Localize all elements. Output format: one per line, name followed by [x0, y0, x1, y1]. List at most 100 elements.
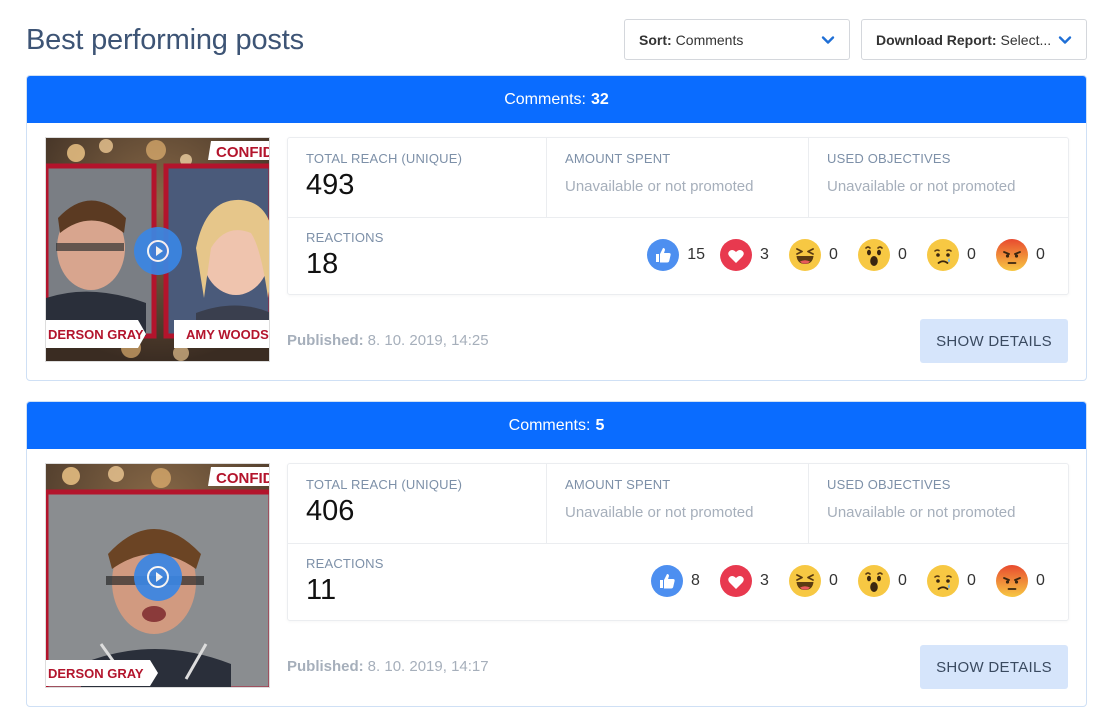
sort-label: Sort: — [639, 31, 672, 48]
love-icon — [720, 565, 752, 597]
wow-icon — [858, 239, 890, 271]
used-objectives-stat: USED OBJECTIVES Unavailable or not promo… — [808, 464, 1069, 543]
used-objectives-value: Unavailable or not promoted — [827, 178, 1016, 195]
reaction-love: 3 — [720, 565, 774, 597]
stat-label: TOTAL REACH (UNIQUE) — [306, 151, 463, 166]
amount-spent-value: Unavailable or not promoted — [565, 504, 754, 521]
used-objectives-stat: USED OBJECTIVES Unavailable or not promo… — [808, 138, 1069, 217]
show-details-button[interactable]: SHOW DETAILS — [920, 645, 1068, 689]
thumb-text: CONFIDE — [216, 470, 270, 487]
reaction-haha: 0 — [789, 565, 843, 597]
haha-icon — [789, 565, 821, 597]
reaction-haha: 0 — [789, 239, 843, 271]
chevron-down-icon — [1058, 35, 1072, 44]
reaction-count: 0 — [1036, 572, 1045, 589]
total-reach-value: 406 — [306, 495, 355, 527]
published-label: Published: — [287, 658, 364, 675]
post-card: Comments: 32 CONFI DERSON GRAY AMY WOODS… — [26, 75, 1087, 381]
reaction-list: 8 3 0 0 0 0 — [636, 565, 1050, 597]
stat-label: USED OBJECTIVES — [827, 477, 951, 492]
page-title: Best performing posts — [26, 24, 304, 56]
post-thumbnail[interactable]: CONFIDE DERSON GRAY AMY WOODS — [45, 137, 270, 362]
reaction-count: 0 — [967, 572, 976, 589]
reaction-count: 0 — [898, 572, 907, 589]
sort-dropdown[interactable]: Sort: Comments — [624, 19, 850, 60]
reaction-like: 15 — [647, 239, 705, 271]
play-icon — [147, 566, 169, 588]
reaction-count: 15 — [687, 246, 705, 263]
stat-label: REACTIONS — [306, 556, 384, 571]
published-value: 8. 10. 2019, 14:25 — [367, 332, 489, 349]
report-value: Select... — [1000, 31, 1050, 48]
angry-icon — [996, 239, 1028, 271]
used-objectives-value: Unavailable or not promoted — [827, 504, 1016, 521]
stats-box: TOTAL REACH (UNIQUE) 493 AMOUNT SPENT Un… — [287, 137, 1069, 295]
reactions-stat: REACTIONS 11 — [288, 543, 588, 622]
haha-icon — [789, 239, 821, 271]
chevron-down-icon — [821, 35, 835, 44]
reaction-wow: 0 — [858, 239, 912, 271]
sort-value: Comments — [675, 31, 744, 48]
wow-icon — [858, 565, 890, 597]
stat-label: AMOUNT SPENT — [565, 477, 671, 492]
reactions-stat: REACTIONS 18 — [288, 217, 588, 296]
like-icon — [647, 239, 680, 271]
reaction-count: 0 — [829, 246, 838, 263]
reaction-count: 8 — [691, 572, 700, 589]
thumb-text: CONFIDE — [216, 144, 270, 161]
published-value: 8. 10. 2019, 14:17 — [367, 658, 489, 675]
reaction-sad: 0 — [927, 565, 981, 597]
download-report-dropdown[interactable]: Download Report: Select... — [861, 19, 1087, 60]
stat-label: TOTAL REACH (UNIQUE) — [306, 477, 463, 492]
amount-spent-stat: AMOUNT SPENT Unavailable or not promoted — [546, 464, 808, 543]
reaction-count: 0 — [967, 246, 976, 263]
stats-box: TOTAL REACH (UNIQUE) 406 AMOUNT SPENT Un… — [287, 463, 1069, 621]
reaction-wow: 0 — [858, 565, 912, 597]
post-thumbnail[interactable]: CONFIDE DERSON GRAY — [45, 463, 270, 688]
angry-icon — [996, 565, 1028, 597]
reaction-count: 0 — [1036, 246, 1045, 263]
play-icon — [147, 240, 169, 262]
reactions-total: 11 — [306, 574, 337, 606]
comments-count: 5 — [595, 416, 605, 434]
reaction-count: 0 — [829, 572, 838, 589]
reaction-like: 8 — [651, 565, 705, 597]
published-date: Published: 8. 10. 2019, 14:17 — [287, 658, 489, 675]
play-button[interactable] — [134, 553, 182, 601]
reaction-list: 15 3 0 0 0 0 — [632, 239, 1050, 271]
published-label: Published: — [287, 332, 364, 349]
reaction-count: 0 — [898, 246, 907, 263]
total-reach-value: 493 — [306, 169, 355, 201]
stat-label: AMOUNT SPENT — [565, 151, 671, 166]
total-reach-stat: TOTAL REACH (UNIQUE) 493 — [288, 138, 546, 217]
comments-count: 32 — [591, 90, 609, 108]
card-header: Comments: 32 — [27, 76, 1086, 123]
thumb-text: AMY WOODS — [186, 327, 269, 342]
reaction-count: 3 — [760, 246, 769, 263]
reaction-sad: 0 — [927, 239, 981, 271]
comments-label: Comments: — [504, 90, 586, 108]
love-icon — [720, 239, 752, 271]
thumb-text: DERSON GRAY — [48, 327, 144, 342]
reaction-angry: 0 — [996, 239, 1050, 271]
card-header: Comments: 5 — [27, 402, 1086, 449]
total-reach-stat: TOTAL REACH (UNIQUE) 406 — [288, 464, 546, 543]
amount-spent-stat: AMOUNT SPENT Unavailable or not promoted — [546, 138, 808, 217]
report-label: Download Report: — [876, 31, 997, 48]
reaction-count: 3 — [760, 572, 769, 589]
like-icon — [651, 565, 683, 597]
reaction-love: 3 — [720, 239, 774, 271]
post-card: Comments: 5 CONFIDE DERSON GRAY — [26, 401, 1087, 707]
sad-icon — [927, 565, 959, 597]
reaction-angry: 0 — [996, 565, 1050, 597]
published-date: Published: 8. 10. 2019, 14:25 — [287, 332, 489, 349]
stat-label: REACTIONS — [306, 230, 384, 245]
show-details-button[interactable]: SHOW DETAILS — [920, 319, 1068, 363]
comments-label: Comments: — [508, 416, 591, 434]
play-button[interactable] — [134, 227, 182, 275]
thumb-text: DERSON GRAY — [48, 666, 144, 681]
amount-spent-value: Unavailable or not promoted — [565, 178, 754, 195]
sad-icon — [927, 239, 959, 271]
stat-label: USED OBJECTIVES — [827, 151, 951, 166]
reactions-total: 18 — [306, 248, 339, 280]
